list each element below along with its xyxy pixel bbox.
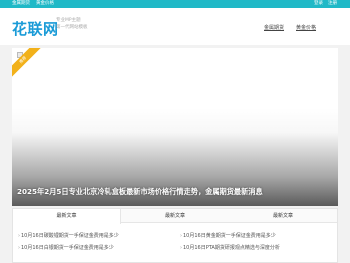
- bullet-icon: ›: [180, 245, 182, 251]
- tab-latest-articles-1[interactable]: 最新文章: [13, 209, 121, 224]
- top-bar: 金属期货 黄金价格 登录 注册: [0, 0, 350, 8]
- article-link[interactable]: 10月16日PTA期货研报观点精选与深度分析: [183, 245, 280, 251]
- article-link[interactable]: 10月16日白银期货一手保证金费用是多少: [21, 245, 114, 251]
- bullet-icon: ›: [18, 233, 20, 239]
- latest-articles-panel: 最新文章 最新文章 最新文章 ›10月16日碳酸锂期货一手保证金费用是多少 ›1…: [12, 208, 338, 263]
- bullet-icon: ›: [18, 245, 20, 251]
- tab-latest-articles-2[interactable]: 最新文章: [121, 209, 229, 223]
- topbar-link-metal-futures[interactable]: 金属期货: [12, 0, 30, 8]
- nav-item-metal-futures[interactable]: 金属期货: [264, 24, 284, 31]
- bullet-icon: ›: [180, 233, 182, 239]
- tab-bar: 最新文章 最新文章 最新文章: [13, 209, 337, 224]
- list-item[interactable]: ›10月16日白银期货一手保证金费用是多少: [18, 245, 114, 252]
- login-link[interactable]: 登录: [314, 0, 323, 8]
- tagline-secondary: 第一代网站模板: [56, 25, 88, 30]
- register-link[interactable]: 注册: [328, 0, 337, 8]
- site-header: 花联网 专业MP主题 第一代网站模板 金属期货 黄金价格: [0, 8, 350, 45]
- tab-latest-articles-3[interactable]: 最新文章: [229, 209, 337, 223]
- list-item[interactable]: ›10月16日PTA期货研报观点精选与深度分析: [180, 245, 280, 252]
- hero-banner[interactable]: 推荐 2025年2月5日专业北京冷轧盒板最新市场价格行情走势，金属期货最新消息: [12, 48, 338, 206]
- article-link[interactable]: 10月16日黄金期货一手保证金费用是多少: [183, 233, 276, 239]
- article-link[interactable]: 10月16日碳酸锂期货一手保证金费用是多少: [21, 233, 119, 239]
- list-item[interactable]: ›10月16日碳酸锂期货一手保证金费用是多少: [18, 233, 119, 240]
- site-logo[interactable]: 花联网: [12, 18, 59, 39]
- tagline-primary: 专业MP主题: [56, 18, 81, 23]
- list-item[interactable]: ›10月16日黄金期货一手保证金费用是多少: [180, 233, 276, 240]
- topbar-link-gold-price[interactable]: 黄金价格: [36, 0, 54, 8]
- nav-item-gold-price[interactable]: 黄金价格: [296, 24, 316, 31]
- hero-title[interactable]: 2025年2月5日专业北京冷轧盒板最新市场价格行情走势，金属期货最新消息: [17, 187, 263, 197]
